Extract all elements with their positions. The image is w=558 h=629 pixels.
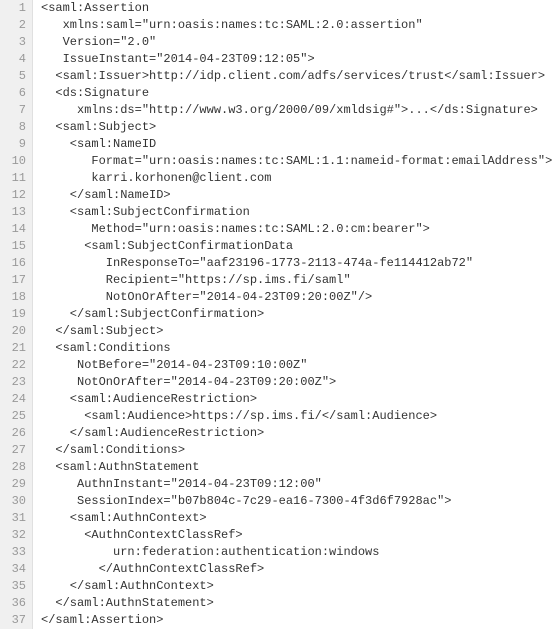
code-line: <saml:AudienceRestriction> [41, 391, 552, 408]
line-number-gutter: 1234567891011121314151617181920212223242… [0, 0, 33, 629]
code-line: xmlns:ds="http://www.w3.org/2000/09/xmld… [41, 102, 552, 119]
code-line: InResponseTo="aaf23196-1773-2113-474a-fe… [41, 255, 552, 272]
line-number: 33 [4, 544, 26, 561]
line-number: 10 [4, 153, 26, 170]
code-line: </saml:AuthnStatement> [41, 595, 552, 612]
line-number: 11 [4, 170, 26, 187]
line-number: 19 [4, 306, 26, 323]
code-line: Version="2.0" [41, 34, 552, 51]
code-line: </saml:Subject> [41, 323, 552, 340]
code-line: <saml:AuthnStatement [41, 459, 552, 476]
code-line: NotOnOrAfter="2014-04-23T09:20:00Z"/> [41, 289, 552, 306]
line-number: 31 [4, 510, 26, 527]
line-number: 9 [4, 136, 26, 153]
line-number: 12 [4, 187, 26, 204]
line-number: 13 [4, 204, 26, 221]
line-number: 24 [4, 391, 26, 408]
code-line: <saml:NameID [41, 136, 552, 153]
line-number: 14 [4, 221, 26, 238]
code-line: </saml:Conditions> [41, 442, 552, 459]
line-number: 2 [4, 17, 26, 34]
line-number: 34 [4, 561, 26, 578]
code-line: <saml:SubjectConfirmationData [41, 238, 552, 255]
line-number: 18 [4, 289, 26, 306]
code-line: <saml:SubjectConfirmation [41, 204, 552, 221]
line-number: 6 [4, 85, 26, 102]
line-number: 8 [4, 119, 26, 136]
code-line: IssueInstant="2014-04-23T09:12:05"> [41, 51, 552, 68]
line-number: 32 [4, 527, 26, 544]
line-number: 21 [4, 340, 26, 357]
line-number: 28 [4, 459, 26, 476]
line-number: 27 [4, 442, 26, 459]
code-line: </saml:SubjectConfirmation> [41, 306, 552, 323]
code-line: SessionIndex="b07b804c-7c29-ea16-7300-4f… [41, 493, 552, 510]
line-number: 15 [4, 238, 26, 255]
line-number: 17 [4, 272, 26, 289]
line-number: 5 [4, 68, 26, 85]
line-number: 30 [4, 493, 26, 510]
code-line: </saml:AudienceRestriction> [41, 425, 552, 442]
code-line: karri.korhonen@client.com [41, 170, 552, 187]
code-line: urn:federation:authentication:windows [41, 544, 552, 561]
code-line: </AuthnContextClassRef> [41, 561, 552, 578]
code-line: AuthnInstant="2014-04-23T09:12:00" [41, 476, 552, 493]
code-line: </saml:AuthnContext> [41, 578, 552, 595]
line-number: 36 [4, 595, 26, 612]
code-line: xmlns:saml="urn:oasis:names:tc:SAML:2.0:… [41, 17, 552, 34]
code-line: <saml:Conditions [41, 340, 552, 357]
code-block: 1234567891011121314151617181920212223242… [0, 0, 558, 629]
line-number: 3 [4, 34, 26, 51]
code-line: Recipient="https://sp.ims.fi/saml" [41, 272, 552, 289]
line-number: 22 [4, 357, 26, 374]
line-number: 29 [4, 476, 26, 493]
code-line: Method="urn:oasis:names:tc:SAML:2.0:cm:b… [41, 221, 552, 238]
line-number: 4 [4, 51, 26, 68]
line-number: 35 [4, 578, 26, 595]
code-line: <saml:Assertion [41, 0, 552, 17]
code-line: <saml:Issuer>http://idp.client.com/adfs/… [41, 68, 552, 85]
code-line: <ds:Signature [41, 85, 552, 102]
line-number: 7 [4, 102, 26, 119]
code-line: <AuthnContextClassRef> [41, 527, 552, 544]
line-number: 25 [4, 408, 26, 425]
code-line: </saml:Assertion> [41, 612, 552, 629]
line-number: 1 [4, 0, 26, 17]
code-line: Format="urn:oasis:names:tc:SAML:1.1:name… [41, 153, 552, 170]
line-number: 20 [4, 323, 26, 340]
code-content: <saml:Assertion xmlns:saml="urn:oasis:na… [33, 0, 552, 629]
line-number: 23 [4, 374, 26, 391]
code-line: NotOnOrAfter="2014-04-23T09:20:00Z"> [41, 374, 552, 391]
code-line: <saml:AuthnContext> [41, 510, 552, 527]
line-number: 37 [4, 612, 26, 629]
line-number: 26 [4, 425, 26, 442]
line-number: 16 [4, 255, 26, 272]
code-line: NotBefore="2014-04-23T09:10:00Z" [41, 357, 552, 374]
code-line: <saml:Audience>https://sp.ims.fi/</saml:… [41, 408, 552, 425]
code-line: <saml:Subject> [41, 119, 552, 136]
code-line: </saml:NameID> [41, 187, 552, 204]
